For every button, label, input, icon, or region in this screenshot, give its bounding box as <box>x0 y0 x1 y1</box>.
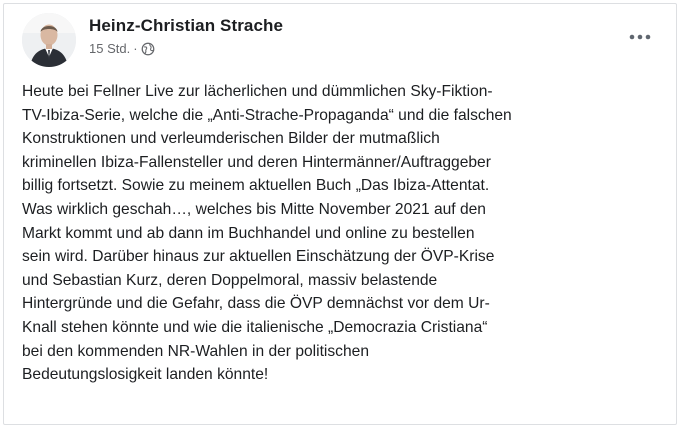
globe-icon[interactable] <box>141 42 155 56</box>
more-options-icon[interactable] <box>626 27 654 47</box>
post-subline: 15 Std. · <box>89 41 283 56</box>
author-name[interactable]: Heinz-Christian Strache <box>89 16 283 36</box>
facebook-post-card: Heinz-Christian Strache 15 Std. · Heute … <box>3 3 677 425</box>
post-meta: Heinz-Christian Strache 15 Std. · <box>89 16 283 56</box>
post-text: Heute bei Fellner Live zur lächerlichen … <box>22 83 512 384</box>
author-avatar[interactable] <box>22 13 76 67</box>
separator-dot: · <box>133 41 138 56</box>
post-timestamp[interactable]: 15 Std. <box>89 41 130 56</box>
post-header: Heinz-Christian Strache 15 Std. · <box>22 13 658 69</box>
